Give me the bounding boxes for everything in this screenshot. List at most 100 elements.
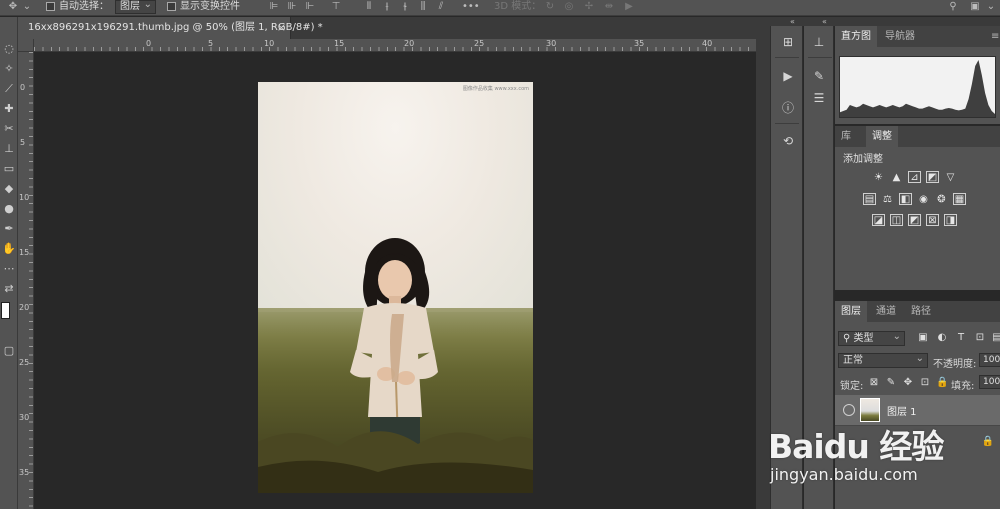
selective-color-icon[interactable]: ⊠: [926, 214, 939, 226]
healing-brush-tool-icon[interactable]: ✚: [1, 101, 17, 117]
distribute-left-icon[interactable]: ⫼: [416, 1, 430, 13]
chevron-down-icon[interactable]: ⌄: [984, 1, 998, 13]
eraser-tool-icon[interactable]: ▭: [1, 161, 17, 177]
align-right-icon[interactable]: ⊩: [303, 1, 317, 13]
adjustment-row: ◪ ◫ ◩ ⊠ ◨: [872, 214, 962, 228]
filter-shape-icon[interactable]: ⊡: [974, 332, 986, 344]
close-icon[interactable]: ×: [277, 17, 286, 39]
hue-saturation-icon[interactable]: ▤: [863, 193, 876, 205]
actions-play-icon[interactable]: ▶: [776, 66, 800, 86]
black-white-icon[interactable]: ◧: [899, 193, 912, 205]
color-lookup-icon[interactable]: ▦: [953, 193, 966, 205]
lock-position-icon[interactable]: ✥: [902, 377, 914, 389]
lock-all-icon[interactable]: 🔒: [936, 377, 948, 389]
fill-input[interactable]: 100%: [979, 375, 1000, 389]
eyedropper-tool-icon[interactable]: ⟋: [1, 81, 17, 97]
swap-colors-icon[interactable]: ⇄: [1, 281, 17, 297]
channel-mixer-icon[interactable]: ❂: [935, 194, 948, 206]
filter-smart-object-icon[interactable]: ▤: [991, 332, 1000, 344]
more-tools-icon[interactable]: ⋯: [1, 261, 17, 277]
distribute-icon[interactable]: ⫴: [362, 1, 376, 13]
marquee-tool-icon[interactable]: ◌: [1, 41, 17, 57]
auto-select-checkbox[interactable]: 自动选择：: [46, 0, 109, 15]
opacity-label: 不透明度:: [933, 359, 977, 370]
pen-tool-icon[interactable]: ✒: [1, 221, 17, 237]
visibility-eye-icon[interactable]: [843, 404, 855, 416]
dodge-tool-icon[interactable]: ●: [1, 201, 17, 217]
lock-artboard-icon[interactable]: ⊡: [919, 377, 931, 389]
move-tool-icon[interactable]: ✥: [6, 1, 20, 13]
tab-histogram[interactable]: 直方图: [835, 26, 877, 47]
lock-paint-icon[interactable]: ✎: [885, 377, 897, 389]
info-icon[interactable]: ⓘ: [776, 98, 800, 118]
tab-libraries[interactable]: 库: [835, 126, 857, 147]
photo-canvas[interactable]: 图像作品收集 www.xxx.com: [258, 82, 533, 493]
filter-adjustment-icon[interactable]: ◐: [936, 332, 948, 344]
chevron-down-icon[interactable]: ⌄: [20, 1, 34, 13]
distribute-bottom-icon[interactable]: ⫳: [398, 1, 412, 13]
adjust-sliders-icon[interactable]: ☰: [807, 88, 831, 108]
screen-mode-icon[interactable]: ▢: [1, 343, 17, 359]
baidu-watermark: Baidu 经验 jingyan.baidu.com: [768, 420, 1000, 490]
options-bar: ✥ ⌄ 自动选择： 图层 显示变换控件 ⊫ ⊪ ⊩ ⊤ ⫴ ⫲ ⫳ ⫼ ⫽ ••…: [0, 0, 1000, 16]
filter-type-icon[interactable]: T: [955, 332, 967, 344]
layer-filter-row: ⚲ 类型 ▣ ◐ T ⊡ ▤: [835, 330, 1000, 350]
opacity-input[interactable]: 100%: [979, 353, 1000, 367]
blend-mode-dropdown[interactable]: 正常: [838, 352, 928, 368]
align-top-icon[interactable]: ⊤: [329, 1, 343, 13]
tab-navigator[interactable]: 导航器: [879, 26, 921, 47]
panel-menu-icon[interactable]: ≡: [985, 26, 1000, 47]
brush-settings-icon[interactable]: ✎: [807, 66, 831, 86]
document-tab[interactable]: 16xx896291x196291.thumb.jpg @ 50% (图层 1,…: [18, 17, 323, 39]
horizontal-ruler[interactable]: 20 0 5 10 15 20 25 30 35 40: [34, 39, 756, 52]
crop-tool-icon[interactable]: ✂: [1, 121, 17, 137]
ruler-label: 0: [146, 39, 152, 48]
vertical-ruler[interactable]: 0 5 10 15 20 25 30 35: [18, 52, 34, 509]
exposure-icon[interactable]: ◩: [926, 171, 939, 183]
magic-wand-tool-icon[interactable]: ✧: [1, 61, 17, 77]
document-tab-strip: 16xx896291x196291.thumb.jpg @ 50% (图层 1,…: [18, 17, 770, 39]
align-left-icon[interactable]: ⊫: [267, 1, 281, 13]
photo-filter-icon[interactable]: ◉: [917, 194, 930, 206]
vibrance-icon[interactable]: ▽: [944, 172, 957, 184]
workspace-icon[interactable]: ▣: [968, 1, 982, 13]
posterize-icon[interactable]: ◫: [890, 214, 903, 226]
history-icon[interactable]: ⟲: [776, 131, 800, 151]
distribute-right-icon[interactable]: ⫽: [434, 1, 448, 13]
tab-channels[interactable]: 通道: [870, 301, 902, 322]
stamp-tool-icon[interactable]: ⊥: [1, 141, 17, 157]
histogram-panel-tabs: 直方图 导航器 ≡: [835, 26, 1000, 47]
foreground-color-swatch[interactable]: [1, 302, 10, 319]
collapse-icon[interactable]: «: [822, 17, 827, 26]
levels-icon[interactable]: ▲: [890, 172, 903, 184]
auto-select-dropdown[interactable]: 图层: [115, 0, 156, 14]
hand-tool-icon[interactable]: ✋: [1, 241, 17, 257]
tab-adjustments[interactable]: 调整: [866, 126, 898, 147]
lock-transparent-icon[interactable]: ⊠: [868, 377, 880, 389]
search-icon[interactable]: ⚲: [946, 1, 960, 13]
color-balance-icon[interactable]: ⚖: [881, 194, 894, 206]
clone-source-icon[interactable]: ⊥: [807, 32, 831, 52]
tab-paths[interactable]: 路径: [905, 301, 937, 322]
blur-tool-icon[interactable]: ◆: [1, 181, 17, 197]
collapse-icon[interactable]: «: [790, 17, 795, 26]
blend-row: 正常 不透明度: 100%: [835, 352, 1000, 372]
brightness-icon[interactable]: ☀: [872, 172, 885, 184]
ruler-label: 30: [546, 39, 557, 48]
filter-pixel-icon[interactable]: ▣: [917, 332, 929, 344]
gradient-map-icon[interactable]: ◨: [944, 214, 957, 226]
more-options-icon[interactable]: •••: [462, 1, 480, 13]
ruler-origin[interactable]: [18, 39, 34, 52]
properties-icon[interactable]: ⊞: [776, 32, 800, 52]
3d-mode-label: 3D 模式：: [494, 1, 542, 12]
show-transform-checkbox[interactable]: 显示变换控件: [167, 0, 240, 15]
lock-row: 锁定: ⊠ ✎ ✥ ⊡ 🔒 填充: 100%: [835, 374, 1000, 394]
tab-layers[interactable]: 图层: [835, 301, 867, 322]
distribute-center-icon[interactable]: ⫲: [380, 1, 394, 13]
curves-icon[interactable]: ⊿: [908, 171, 921, 183]
threshold-icon[interactable]: ◩: [908, 214, 921, 226]
invert-icon[interactable]: ◪: [872, 214, 885, 226]
layer-filter-dropdown[interactable]: ⚲ 类型: [838, 330, 905, 346]
align-center-icon[interactable]: ⊪: [285, 1, 299, 13]
ruler-label: 30: [19, 413, 30, 422]
